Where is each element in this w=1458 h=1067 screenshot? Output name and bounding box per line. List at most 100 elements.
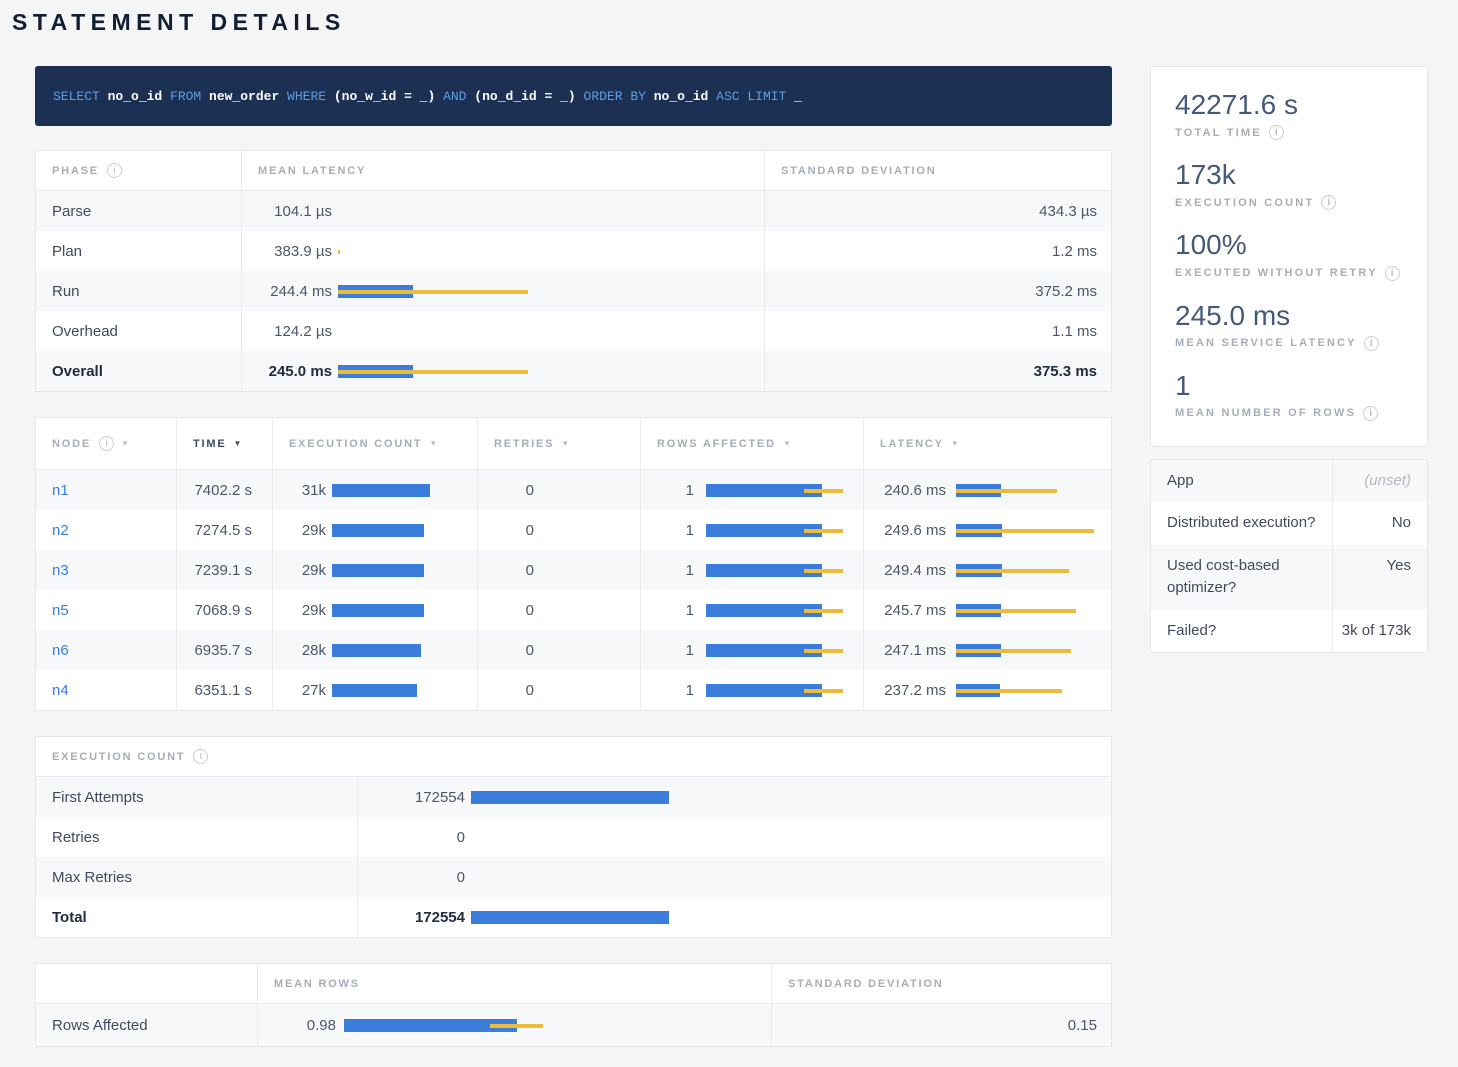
- page-title: STATEMENT DETAILS: [12, 8, 1428, 36]
- rows-stddev-column-header: STANDARD DEVIATION: [771, 964, 1113, 1003]
- sort-arrow-icon: ▼: [951, 439, 959, 448]
- node-cell: n2: [36, 510, 176, 550]
- execution-count-value-cell: 0: [357, 857, 1113, 897]
- sort-arrow-icon: ▼: [233, 439, 241, 448]
- stddev-column-header: STANDARD DEVIATION: [764, 151, 1113, 190]
- node-link[interactable]: n5: [52, 602, 69, 619]
- info-icon[interactable]: i: [1321, 195, 1336, 210]
- mean-rows-value: 0.98: [274, 1017, 336, 1034]
- rows-stddev-header-label: STANDARD DEVIATION: [788, 978, 943, 990]
- execution-count-label-cell: First Attempts: [36, 777, 357, 817]
- column-header-label: TIME: [193, 438, 226, 450]
- node-link[interactable]: n6: [52, 642, 69, 659]
- info-icon[interactable]: i: [1385, 266, 1400, 281]
- phase-label-cell: Parse: [36, 191, 241, 231]
- stddev-line: [804, 489, 843, 493]
- node-link[interactable]: n4: [52, 682, 69, 699]
- phase-label: Overhead: [52, 323, 118, 340]
- execution-count-value: 28k: [289, 642, 326, 659]
- retries-cell: 0: [477, 590, 640, 630]
- rows-affected-cell: 1: [640, 550, 863, 590]
- app-detail-label: Distributed execution?: [1151, 502, 1332, 545]
- side-column: 42271.6 sTOTAL TIMEi173kEXECUTION COUNTi…: [1150, 66, 1428, 1047]
- execution-count-label-cell: Max Retries: [36, 857, 357, 897]
- column-header-label: EXECUTION COUNT: [289, 438, 422, 450]
- stddev-value: 375.3 ms: [1034, 363, 1097, 380]
- mean-bar: [332, 644, 421, 657]
- phase-label-cell: Overall: [36, 351, 241, 391]
- info-icon[interactable]: i: [193, 749, 208, 764]
- app-detail-label: Used cost-based optimizer?: [1151, 545, 1332, 610]
- info-icon[interactable]: i: [99, 436, 114, 451]
- execution-count-cell: 31k: [272, 470, 477, 510]
- stddev-line: [956, 649, 1071, 653]
- execution-count-value: 27k: [289, 682, 326, 699]
- sql-token: AND: [435, 89, 474, 104]
- info-icon[interactable]: i: [1364, 336, 1379, 351]
- execution-count-row: Retries0: [36, 817, 1111, 857]
- node-link[interactable]: n2: [52, 522, 69, 539]
- column-header-time[interactable]: TIME ▼: [176, 418, 272, 469]
- execution-count-value: 172554: [374, 909, 465, 926]
- latency-bar-chart: [956, 564, 1113, 577]
- latency-cell: 240.6 ms: [863, 470, 1113, 510]
- sql-token: _: [794, 89, 802, 104]
- execution-count-value-cell: 0: [357, 817, 1113, 857]
- mean-bar: [332, 564, 424, 577]
- stat-label-row: TOTAL TIME i: [1175, 125, 1403, 140]
- info-icon[interactable]: i: [1269, 125, 1284, 140]
- execution-count-bar-chart: [332, 564, 477, 577]
- column-header-execution-count[interactable]: EXECUTION COUNT▼: [272, 418, 477, 469]
- execution-count-value: 29k: [289, 562, 326, 579]
- stat-label: TOTAL TIME: [1175, 127, 1262, 139]
- execution-count-bar-chart: [332, 484, 477, 497]
- column-header-retries[interactable]: RETRIES▼: [477, 418, 640, 469]
- mean-latency-cell: 104.1 µs: [241, 191, 764, 231]
- mean-latency-cell: 383.9 µs: [241, 231, 764, 271]
- latency-value: 237.2 ms: [880, 682, 946, 699]
- stddev-cell: 434.3 µs: [764, 191, 1113, 231]
- rows-affected-bar-chart: [706, 684, 863, 697]
- latency-value: 240.6 ms: [880, 482, 946, 499]
- stddev-line: [804, 689, 843, 693]
- rows-affected-value: 1: [657, 522, 694, 539]
- mean-rows-bar-chart: [344, 1019, 771, 1032]
- phase-row: Run 244.4 ms 375.2 ms: [36, 271, 1111, 311]
- node-link[interactable]: n3: [52, 562, 69, 579]
- column-header-rows-affected[interactable]: ROWS AFFECTED▼: [640, 418, 863, 469]
- execution-count-bar-chart: [471, 831, 1113, 844]
- execution-count-row: First Attempts172554: [36, 777, 1111, 817]
- latency-cell: 247.1 ms: [863, 630, 1113, 670]
- retries-cell: 0: [477, 670, 640, 710]
- mean-latency-cell: 245.0 ms: [241, 351, 764, 391]
- column-header-latency[interactable]: LATENCY▼: [863, 418, 1113, 469]
- app-detail-value: (unset): [1332, 460, 1427, 503]
- execution-count-bar-chart: [471, 791, 1113, 804]
- retries-cell: 0: [477, 550, 640, 590]
- stddev-cell: 1.1 ms: [764, 311, 1113, 351]
- retries-value: 0: [494, 602, 534, 619]
- retries-cell: 0: [477, 510, 640, 550]
- mean-latency-value: 245.0 ms: [258, 363, 332, 380]
- sort-arrow-icon: ▼: [121, 439, 129, 448]
- stddev-line: [804, 649, 843, 653]
- column-header-node[interactable]: NODEi▼: [36, 418, 176, 469]
- stat-label-row: EXECUTED WITHOUT RETRYi: [1175, 266, 1403, 281]
- stddev-line: [956, 529, 1094, 533]
- info-icon[interactable]: i: [107, 163, 122, 178]
- mean-latency-value: 244.4 ms: [258, 283, 332, 300]
- phase-label-cell: Run: [36, 271, 241, 311]
- stddev-line: [338, 290, 528, 294]
- stat-label-row: MEAN NUMBER OF ROWSi: [1175, 406, 1403, 421]
- retries-value: 0: [494, 562, 534, 579]
- stddev-cell: 375.2 ms: [764, 271, 1113, 311]
- rows-affected-bar-chart: [706, 604, 863, 617]
- stddev-line: [804, 609, 843, 613]
- execution-count-label-cell: Total: [36, 897, 357, 937]
- execution-count-row: Total 172554: [36, 897, 1111, 937]
- info-icon[interactable]: i: [1363, 406, 1378, 421]
- retries-cell: 0: [477, 630, 640, 670]
- node-link[interactable]: n1: [52, 482, 69, 499]
- node-row: n27274.5 s29k01249.6 ms: [36, 510, 1111, 550]
- execution-count-row: Max Retries0: [36, 857, 1111, 897]
